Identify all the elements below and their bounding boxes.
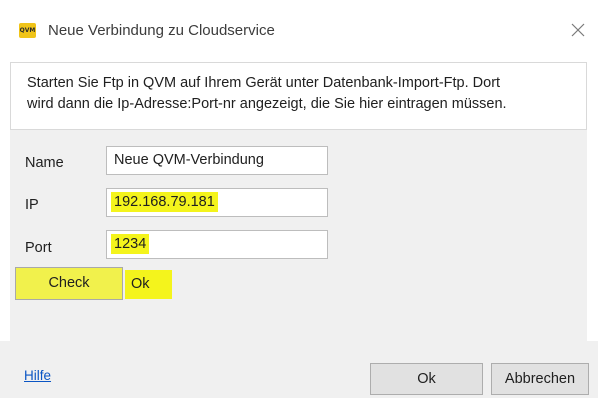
name-label: Name — [25, 155, 64, 171]
connection-form: Name Neue QVM-Verbindung IP 192.168.79.1… — [10, 130, 587, 341]
name-input-value: Neue QVM-Verbindung — [114, 152, 264, 168]
dialog-window: QVM Neue Verbindung zu Cloudservice Star… — [0, 0, 598, 398]
help-link[interactable]: Hilfe — [24, 368, 51, 383]
ip-label: IP — [25, 197, 39, 213]
ok-button[interactable]: Ok — [370, 363, 483, 395]
port-input[interactable]: 1234 — [106, 230, 328, 259]
close-icon — [571, 23, 585, 37]
check-button[interactable]: Check — [15, 267, 123, 300]
port-label: Port — [25, 240, 52, 256]
info-panel: Starten Sie Ftp in QVM auf Ihrem Gerät u… — [10, 62, 587, 130]
instruction-text: Starten Sie Ftp in QVM auf Ihrem Gerät u… — [27, 75, 507, 112]
close-button[interactable] — [566, 18, 590, 42]
title-bar: QVM Neue Verbindung zu Cloudservice — [0, 0, 598, 62]
window-title: Neue Verbindung zu Cloudservice — [48, 22, 275, 39]
port-input-value: 1234 — [111, 234, 150, 254]
button-bar: Hilfe Ok Abbrechen — [0, 341, 598, 398]
cancel-button[interactable]: Abbrechen — [491, 363, 589, 395]
app-logo-icon: QVM — [19, 23, 36, 38]
ip-input[interactable]: 192.168.79.181 — [106, 188, 328, 217]
check-status-label: Ok — [125, 270, 172, 299]
name-input[interactable]: Neue QVM-Verbindung — [106, 146, 328, 175]
ip-input-value: 192.168.79.181 — [111, 192, 218, 212]
